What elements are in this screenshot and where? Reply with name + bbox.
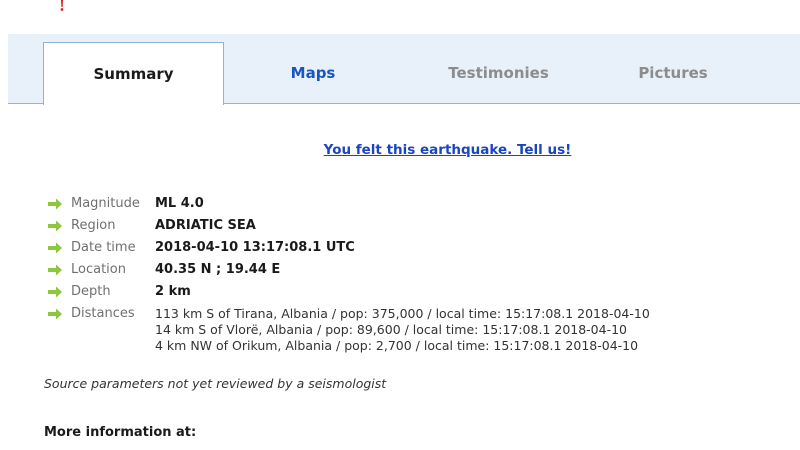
datetime-label: Date time (71, 240, 136, 255)
green-right-arrow-icon (48, 286, 62, 298)
detail-row-distances: Distances 113 km S of Tirana, Albania / … (47, 304, 650, 354)
distance-item: 14 km S of Vlorë, Albania / pop: 89,600 … (155, 322, 628, 337)
tab-testimonies[interactable]: Testimonies (411, 42, 586, 104)
detail-row-datetime: Date time 2018-04-10 13:17:08.1 UTC (47, 238, 650, 260)
tab-maps[interactable]: Maps (238, 42, 388, 104)
region-label: Region (71, 218, 116, 233)
page: Summary Maps Testimonies Pictures You fe… (0, 0, 800, 450)
tab-pictures[interactable]: Pictures (598, 42, 748, 104)
earthquake-details: Magnitude ML 4.0 Region ADRIATIC SEA Dat… (47, 194, 650, 354)
distances-label: Distances (71, 306, 135, 321)
location-value: 40.35 N ; 19.44 E (155, 262, 281, 277)
green-right-arrow-icon (48, 264, 62, 276)
detail-row-region: Region ADRIATIC SEA (47, 216, 650, 238)
magnitude-label: Magnitude (71, 196, 140, 211)
tab-summary[interactable]: Summary (43, 42, 224, 105)
detail-row-magnitude: Magnitude ML 4.0 (47, 194, 650, 216)
detail-row-location: Location 40.35 N ; 19.44 E (47, 260, 650, 282)
distances-list: 113 km S of Tirana, Albania / pop: 375,0… (155, 304, 650, 354)
distance-item: 4 km NW of Orikum, Albania / pop: 2,700 … (155, 338, 639, 353)
green-right-arrow-icon (48, 308, 62, 320)
depth-value: 2 km (155, 284, 191, 299)
green-right-arrow-icon (48, 198, 62, 210)
tab-bar: Summary Maps Testimonies Pictures (8, 34, 800, 105)
red-pin-icon (60, 0, 64, 11)
datetime-value: 2018-04-10 13:17:08.1 UTC (155, 240, 355, 255)
felt-earthquake-link[interactable]: You felt this earthquake. Tell us! (0, 142, 800, 158)
detail-row-depth: Depth 2 km (47, 282, 650, 304)
green-right-arrow-icon (48, 220, 62, 232)
distance-item: 113 km S of Tirana, Albania / pop: 375,0… (155, 306, 650, 321)
location-label: Location (71, 262, 126, 277)
region-value: ADRIATIC SEA (155, 218, 256, 233)
depth-label: Depth (71, 284, 111, 299)
more-info-heading: More information at: (44, 425, 197, 440)
review-note: Source parameters not yet reviewed by a … (44, 376, 387, 391)
green-right-arrow-icon (48, 242, 62, 254)
magnitude-value: ML 4.0 (155, 196, 204, 211)
